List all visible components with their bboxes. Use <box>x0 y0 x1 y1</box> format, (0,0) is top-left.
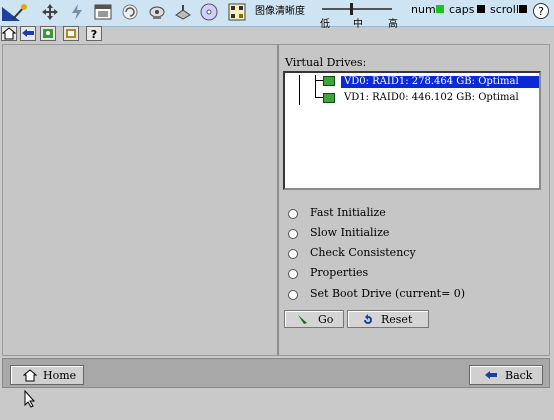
radio-button[interactable] <box>288 290 298 300</box>
back-button[interactable]: Back <box>469 365 543 385</box>
tree-line <box>315 97 323 98</box>
num-lock-indicator <box>436 5 444 13</box>
quality-mid-label: 中 <box>353 19 363 30</box>
svg-text:?: ? <box>538 5 544 18</box>
virtual-drive-icon <box>323 76 335 86</box>
home-icon[interactable] <box>1 26 17 41</box>
bottom-nav-bar: Home Back <box>2 358 550 388</box>
option-label: Slow Initialize <box>310 226 390 239</box>
virtual-drives-label: Virtual Drives: <box>285 56 367 69</box>
virtual-drives-list[interactable]: VD0: RAID1: 278.464 GB: Optimal VD1: RAI… <box>283 71 541 190</box>
radio-button[interactable] <box>288 209 298 219</box>
home-button[interactable]: Home <box>10 365 84 385</box>
refresh-icon[interactable] <box>121 3 139 21</box>
caps-lock-indicator <box>477 5 485 13</box>
num-lock-label: num <box>411 3 436 16</box>
grid-icon[interactable] <box>228 3 246 21</box>
go-icon <box>298 315 307 324</box>
go-button[interactable]: Go <box>284 310 344 328</box>
image-quality-label: 图像清晰度 <box>255 6 305 17</box>
disk-icon[interactable] <box>148 3 166 21</box>
virtual-drive-row-vd0[interactable]: VD0: RAID1: 278.464 GB: Optimal <box>341 76 539 88</box>
scroll-lock-indicator <box>519 5 527 13</box>
back-label: Back <box>505 369 533 382</box>
cd-icon[interactable] <box>200 3 218 21</box>
back-arrow-icon <box>485 371 497 379</box>
option-label: Fast Initialize <box>310 206 386 219</box>
reset-label: Reset <box>381 313 413 326</box>
top-toolbar: 图像清晰度 低 中 高 num caps scroll ? <box>0 0 554 30</box>
svg-text:?: ? <box>91 28 97 40</box>
option-label: Set Boot Drive (current= 0) <box>310 287 466 300</box>
mouse-cursor-icon <box>24 390 36 408</box>
virtual-drive-icon <box>323 93 335 103</box>
window-icon[interactable] <box>94 3 112 21</box>
help-question-icon[interactable]: ? <box>86 26 102 41</box>
scroll-lock-label: scroll <box>490 3 519 16</box>
tree-line <box>315 75 316 98</box>
option-label: Check Consistency <box>310 246 416 259</box>
home-icon <box>23 369 37 382</box>
help-icon[interactable]: ? <box>532 2 550 20</box>
go-label: Go <box>318 313 334 326</box>
refresh-page-icon[interactable] <box>40 26 56 41</box>
move-icon[interactable] <box>41 3 59 21</box>
lightning-icon[interactable] <box>68 3 86 21</box>
quality-low-label: 低 <box>320 19 330 30</box>
radio-button[interactable] <box>288 229 298 239</box>
drive-icon[interactable] <box>174 3 192 21</box>
back-arrow-icon[interactable] <box>20 26 36 41</box>
wand-icon[interactable] <box>10 3 28 21</box>
caps-lock-label: caps <box>449 3 475 16</box>
quality-slider-thumb[interactable] <box>350 3 353 15</box>
option-label: Properties <box>310 266 369 279</box>
left-pane <box>3 45 279 355</box>
tree-line <box>299 75 300 105</box>
quality-slider-track[interactable] <box>322 8 392 10</box>
tree-line <box>315 80 323 81</box>
home-label: Home <box>43 369 77 382</box>
scan-icon[interactable] <box>63 26 79 41</box>
virtual-drive-row-vd1[interactable]: VD1: RAID0: 446.102 GB: Optimal <box>341 92 522 104</box>
quality-high-label: 高 <box>388 19 398 30</box>
radio-button[interactable] <box>288 249 298 259</box>
reset-button[interactable]: Reset <box>347 310 429 328</box>
radio-button[interactable] <box>288 269 298 279</box>
reset-icon <box>364 314 372 324</box>
